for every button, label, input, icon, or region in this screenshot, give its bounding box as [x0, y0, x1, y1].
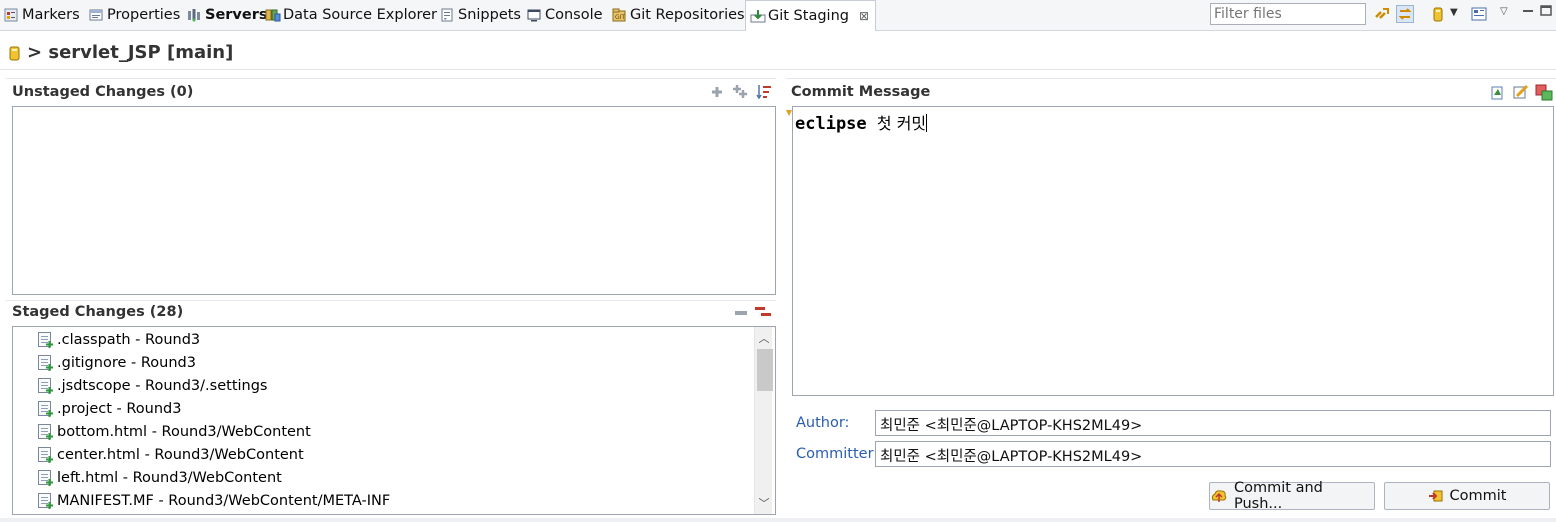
list-item[interactable]: left.html - Round3/WebContent [38, 466, 282, 489]
svg-text:GIT: GIT [615, 14, 625, 21]
commit-message-korean: 첫 커밋 [876, 114, 927, 133]
section-divider [6, 300, 776, 301]
change-id-icon[interactable] [1535, 83, 1553, 105]
commit-and-push-button[interactable]: Commit and Push... [1209, 480, 1375, 512]
properties-icon [89, 8, 103, 22]
tab-git-repositories[interactable]: GIT Git Repositories [612, 0, 745, 30]
staged-changes-title: Staged Changes (28) [12, 304, 184, 320]
list-item[interactable]: .jsdtscope - Round3/.settings [38, 374, 267, 397]
stage-all-icon[interactable] [731, 83, 749, 105]
git-repositories-icon: GIT [612, 8, 626, 22]
data-source-icon [265, 8, 281, 22]
tab-label: Git Repositories [630, 7, 745, 23]
view-menu-icon[interactable]: ▽ [1500, 6, 1518, 24]
list-item[interactable]: .classpath - Round3 [38, 328, 200, 351]
scrollbar-thumb[interactable] [757, 349, 773, 391]
tab-markers[interactable]: Markers [4, 0, 80, 30]
commit-message-editor[interactable] [792, 106, 1554, 396]
tab-snippets[interactable]: Snippets [440, 0, 521, 30]
commit-message-code: eclipse [795, 114, 867, 134]
list-item[interactable]: bottom.html - Round3/WebContent [38, 420, 311, 443]
view-tab-bar: Markers Properties Servers Data Source E… [0, 0, 1556, 31]
filter-files-input[interactable] [1210, 3, 1366, 25]
list-item-label: MANIFEST.MF - Round3/WebContent/META-INF [57, 492, 391, 509]
unstaged-changes-list[interactable] [12, 106, 776, 295]
snippets-icon [440, 8, 454, 22]
dropdown-arrow-icon[interactable]: ▼ [1450, 7, 1468, 25]
text-caret [926, 114, 928, 132]
list-item-label: left.html - Round3/WebContent [57, 469, 282, 486]
committer-label: Committer: [796, 446, 879, 462]
tab-label: Console [545, 7, 603, 23]
link-with-selection-icon[interactable] [1373, 5, 1391, 23]
list-item-label: .jsdtscope - Round3/.settings [57, 377, 268, 394]
sign-off-icon[interactable] [1512, 83, 1530, 105]
list-item-label: center.html - Round3/WebContent [57, 446, 304, 463]
markers-icon [4, 8, 18, 22]
list-item[interactable]: .project - Round3 [38, 397, 182, 420]
unstaged-changes-title: Unstaged Changes (0) [12, 84, 194, 100]
stage-selected-icon[interactable] [709, 84, 725, 104]
tab-label: Servers [205, 7, 268, 23]
sort-icon[interactable] [755, 83, 773, 105]
staged-file-icon [38, 332, 53, 348]
repository-title: > servlet_JSP [main] [27, 42, 234, 63]
staged-file-icon [38, 493, 53, 509]
list-item-label: .classpath - Round3 [57, 331, 201, 348]
staged-file-icon [38, 401, 53, 417]
content-assist-icon [786, 106, 792, 116]
tab-label: Markers [22, 7, 80, 23]
staged-file-icon [38, 424, 53, 440]
unstage-all-icon[interactable] [754, 304, 772, 326]
scroll-down-icon[interactable]: ﹀ [755, 495, 773, 511]
amend-commit-icon[interactable] [1489, 83, 1507, 105]
tab-label: Properties [107, 7, 181, 23]
repository-icon [9, 45, 21, 61]
presentation-layout-icon[interactable] [1470, 5, 1488, 23]
list-item-label: bottom.html - Round3/WebContent [57, 423, 311, 440]
list-item[interactable]: .gitignore - Round3 [38, 351, 196, 374]
scroll-up-icon[interactable]: ︿ [755, 330, 773, 346]
commit-message-text[interactable]: eclipse 첫 커밋 [795, 110, 928, 134]
tab-label: Snippets [458, 7, 521, 23]
tab-label: Data Source Explorer [283, 7, 438, 23]
tab-data-source-explorer[interactable]: Data Source Explorer [265, 0, 437, 30]
committer-field[interactable]: 최민준 <최민준@LAPTOP-KHS2ML49> [875, 441, 1551, 467]
tab-servers[interactable]: Servers [187, 0, 268, 30]
author-label: Author: [796, 415, 850, 431]
author-field[interactable]: 최민준 <최민준@LAPTOP-KHS2ML49> [875, 410, 1551, 436]
commit-icon [1428, 488, 1444, 504]
minimize-icon[interactable] [1520, 3, 1538, 21]
git-staging-icon [750, 9, 766, 23]
staged-file-icon [38, 447, 53, 463]
staged-file-icon [38, 470, 53, 486]
commit-push-icon [1210, 488, 1228, 504]
close-tab-icon[interactable]: ⊠ [859, 9, 869, 23]
maximize-icon[interactable] [1538, 3, 1556, 21]
section-divider [786, 78, 1556, 79]
tab-console[interactable]: Console [527, 0, 603, 30]
staged-file-icon [38, 355, 53, 371]
servers-icon [187, 8, 201, 22]
unstage-selected-icon[interactable] [733, 305, 749, 325]
staged-list-scrollbar[interactable]: ︿ ﹀ [754, 327, 773, 514]
button-label: Commit and Push... [1234, 480, 1323, 512]
section-divider [6, 78, 776, 79]
repository-icon[interactable] [1430, 5, 1448, 23]
tab-properties[interactable]: Properties [89, 0, 180, 30]
sync-toggle-icon[interactable] [1396, 5, 1414, 23]
button-label: Commit [1449, 488, 1507, 504]
bottom-edge [0, 518, 1556, 522]
staged-file-icon [38, 378, 53, 394]
commit-message-title: Commit Message [791, 84, 931, 100]
list-item-label: .project - Round3 [57, 400, 182, 417]
commit-button[interactable]: Commit [1384, 482, 1550, 510]
list-item-label: .gitignore - Round3 [57, 354, 196, 371]
list-item[interactable]: MANIFEST.MF - Round3/WebContent/META-INF [38, 489, 390, 512]
tab-git-staging[interactable]: Git Staging ⊠ [745, 0, 877, 31]
repository-header: > servlet_JSP [main] [0, 36, 1556, 70]
tab-label: Git Staging [768, 8, 849, 24]
console-icon [527, 8, 541, 22]
list-item[interactable]: center.html - Round3/WebContent [38, 443, 304, 466]
